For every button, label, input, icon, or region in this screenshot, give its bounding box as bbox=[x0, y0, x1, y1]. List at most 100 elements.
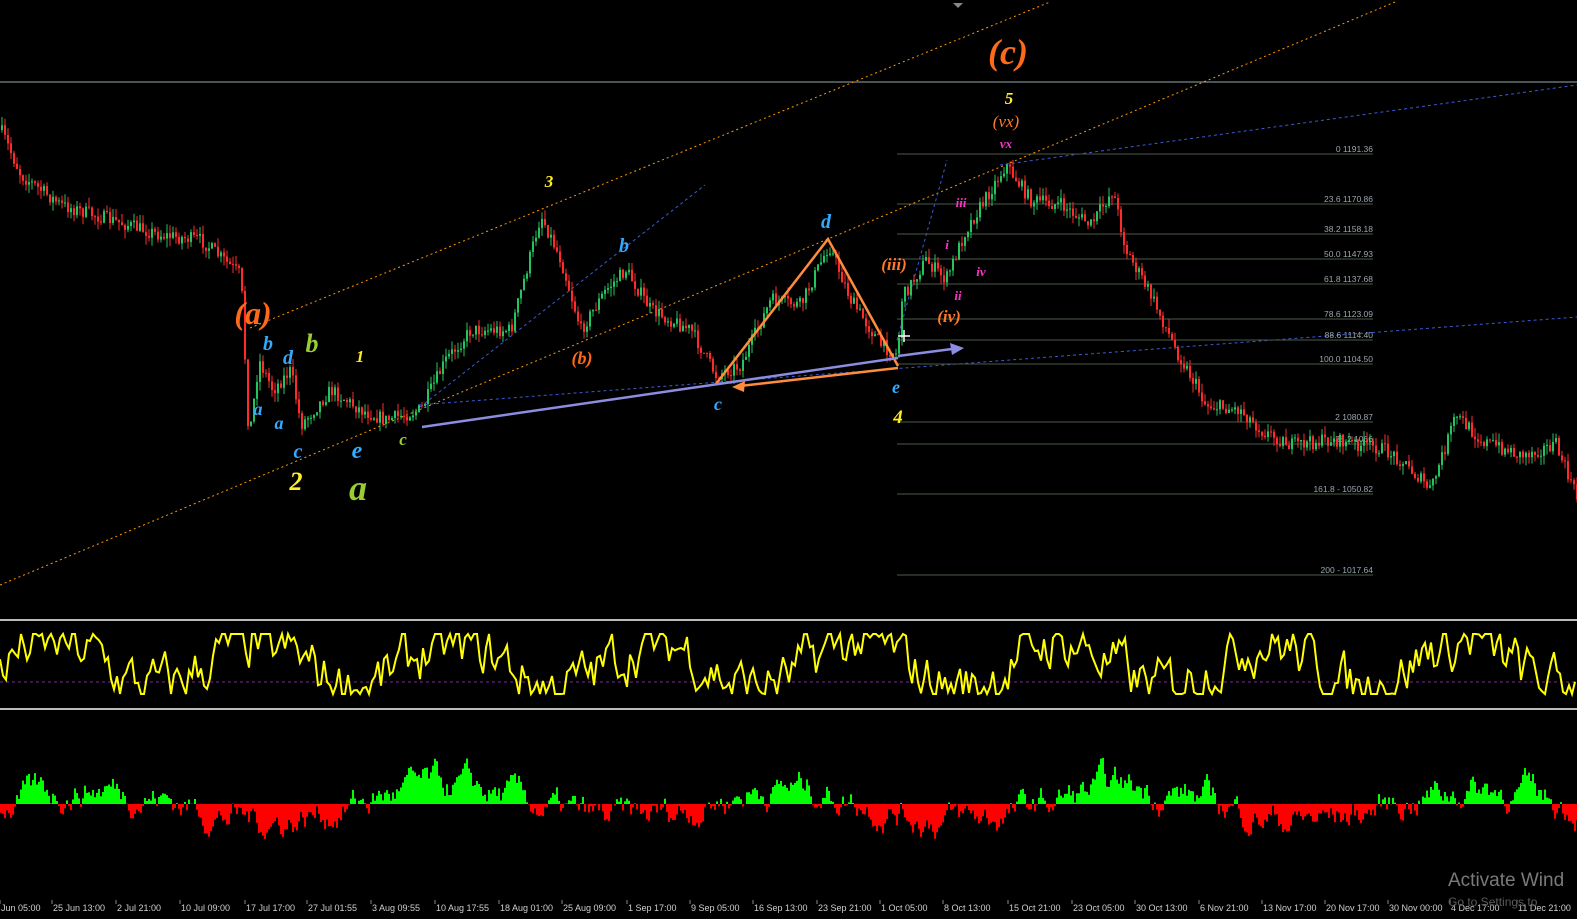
wave-label[interactable]: (iv) bbox=[937, 307, 961, 326]
histogram-bar bbox=[76, 793, 78, 804]
histogram-bar bbox=[1064, 793, 1066, 804]
histogram-bar bbox=[454, 782, 456, 804]
histogram-bar bbox=[1504, 804, 1506, 807]
wave-label[interactable]: b bbox=[619, 235, 629, 257]
histogram-bar bbox=[1434, 781, 1436, 804]
candle-body bbox=[115, 216, 117, 220]
histogram-bar bbox=[426, 767, 428, 804]
histogram-bar bbox=[278, 804, 280, 826]
histogram-bar bbox=[1514, 792, 1516, 804]
histogram-bar bbox=[1322, 804, 1324, 811]
histogram-bar bbox=[714, 804, 716, 810]
wave-label[interactable]: 5 bbox=[1005, 89, 1014, 108]
histogram-bar bbox=[1524, 768, 1526, 804]
histogram-bar bbox=[864, 804, 866, 815]
wave-label[interactable]: (c) bbox=[988, 32, 1028, 72]
candle-body bbox=[22, 175, 24, 181]
histogram-bar bbox=[1384, 797, 1386, 804]
candle-body bbox=[676, 318, 678, 324]
histogram-bar bbox=[610, 804, 612, 811]
wave-label[interactable]: 4 bbox=[892, 407, 903, 428]
candle-body bbox=[496, 326, 498, 333]
time-axis-label: 1 Sep 17:00 bbox=[628, 903, 677, 913]
wave-label[interactable]: c bbox=[294, 441, 303, 463]
histogram-bar bbox=[848, 802, 850, 804]
wave-label[interactable]: a bbox=[275, 413, 284, 433]
wave-label[interactable]: e bbox=[352, 438, 363, 464]
candle-body bbox=[547, 225, 549, 238]
histogram-bar bbox=[50, 803, 52, 804]
wave-label[interactable]: c bbox=[399, 430, 407, 449]
time-axis-label: 25 Jun 13:00 bbox=[53, 903, 105, 913]
histogram-bar bbox=[420, 777, 422, 804]
histogram-bar bbox=[292, 804, 294, 833]
candle-body bbox=[1, 125, 3, 130]
candle-body bbox=[1558, 438, 1560, 456]
wave-label[interactable]: (iii) bbox=[881, 255, 907, 274]
candle-body bbox=[1234, 407, 1236, 410]
candle-body bbox=[1162, 315, 1164, 328]
histogram-bar bbox=[472, 785, 474, 804]
wave-label[interactable]: (a) bbox=[234, 295, 271, 331]
histogram-bar bbox=[1028, 804, 1030, 810]
histogram-bar bbox=[316, 804, 318, 807]
wave-label[interactable]: e bbox=[892, 377, 900, 397]
candle-body bbox=[802, 297, 804, 303]
candle-body bbox=[985, 192, 987, 207]
histogram-bar bbox=[1100, 758, 1102, 804]
wave-label[interactable]: b bbox=[263, 333, 273, 355]
wave-label[interactable]: c bbox=[714, 394, 722, 414]
wave-label[interactable]: vx bbox=[1000, 136, 1013, 151]
candle-body bbox=[1333, 438, 1335, 443]
wave-label[interactable]: d bbox=[821, 211, 832, 233]
histogram-bar bbox=[1296, 804, 1298, 815]
candle-body bbox=[385, 415, 387, 424]
candle-body bbox=[940, 268, 942, 276]
histogram-bar bbox=[1282, 804, 1284, 832]
wave-label[interactable]: 3 bbox=[544, 172, 554, 191]
histogram-bar bbox=[1202, 786, 1204, 804]
histogram-bar bbox=[958, 804, 960, 818]
candle-body bbox=[37, 183, 39, 187]
price-chart[interactable]: 0 1191.36 23.6 1170.86 38.2 1158.18 50.0 11… bbox=[0, 0, 1577, 919]
candle-body bbox=[1141, 268, 1143, 276]
wave-label[interactable]: 2 bbox=[289, 467, 303, 496]
histogram-bar bbox=[1088, 794, 1090, 804]
candle-body bbox=[103, 211, 105, 223]
wave-label[interactable]: d bbox=[283, 347, 294, 369]
histogram-bar bbox=[98, 788, 100, 804]
candle-body bbox=[1330, 442, 1332, 446]
candle-body bbox=[1216, 409, 1218, 411]
wave-label[interactable]: iii bbox=[956, 195, 967, 210]
candle-body bbox=[1444, 452, 1446, 454]
candle-body bbox=[931, 263, 933, 272]
histogram-bar bbox=[728, 804, 730, 809]
candle-body bbox=[1075, 215, 1077, 218]
candle-body bbox=[1465, 417, 1467, 430]
wave-label[interactable]: (vx) bbox=[993, 112, 1020, 131]
wave-label[interactable]: i bbox=[945, 237, 949, 252]
candle-body bbox=[265, 372, 267, 374]
wave-label[interactable]: iv bbox=[976, 264, 986, 279]
candle-body bbox=[571, 290, 573, 302]
histogram-bar bbox=[62, 804, 64, 815]
histogram-bar bbox=[462, 768, 464, 804]
candle-body bbox=[1219, 400, 1221, 410]
histogram-bar bbox=[1544, 789, 1546, 804]
wave-label[interactable]: a bbox=[254, 399, 263, 419]
candle-body bbox=[871, 332, 873, 337]
histogram-bar bbox=[750, 794, 752, 804]
candle-body bbox=[955, 258, 957, 260]
candle-body bbox=[904, 286, 906, 302]
histogram-bar bbox=[164, 793, 166, 804]
candle-body bbox=[799, 297, 801, 302]
histogram-bar bbox=[20, 789, 22, 804]
wave-label[interactable]: 1 bbox=[356, 347, 365, 366]
wave-label[interactable]: ii bbox=[954, 288, 962, 303]
wave-label[interactable]: b bbox=[306, 329, 319, 358]
wave-label[interactable]: a bbox=[349, 468, 367, 508]
time-axis-label: 30 Nov 00:00 bbox=[1389, 903, 1443, 913]
wave-label[interactable]: (b) bbox=[572, 348, 593, 369]
candle-body bbox=[1123, 232, 1125, 246]
histogram-bar bbox=[228, 804, 230, 825]
